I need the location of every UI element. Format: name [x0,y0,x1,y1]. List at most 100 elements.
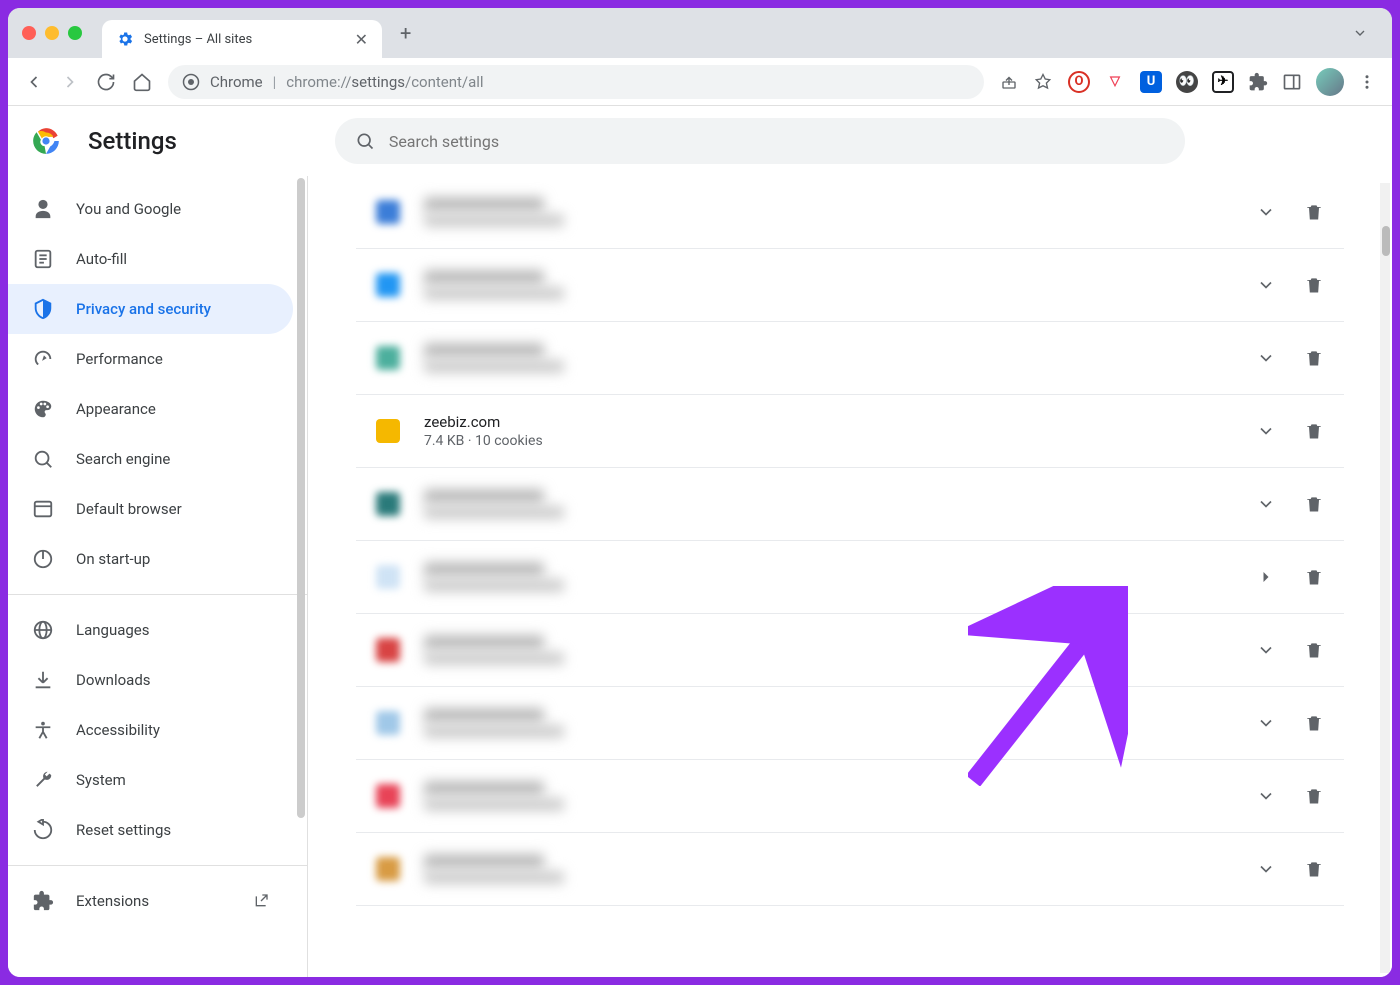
minimize-window-button[interactable] [45,26,59,40]
site-meta [424,579,564,592]
chevron-down-icon[interactable] [1256,640,1276,660]
sidebar-item-search-engine[interactable]: Search engine [8,434,293,484]
delete-icon[interactable] [1304,275,1324,295]
site-name [424,781,544,796]
site-row[interactable] [356,249,1344,322]
delete-icon[interactable] [1304,421,1324,441]
sidebar-item-system[interactable]: System [8,755,293,805]
delete-icon[interactable] [1304,640,1324,660]
site-name [424,343,544,358]
chevron-down-icon[interactable] [1256,275,1276,295]
site-meta [424,506,564,519]
extension-icon[interactable]: ✈ [1212,71,1234,93]
main-scrollbar-thumb[interactable] [1382,226,1390,256]
chevron-down-icon[interactable] [1256,494,1276,514]
site-row[interactable] [356,468,1344,541]
site-row[interactable] [356,176,1344,249]
sidebar-item-privacy-and-security[interactable]: Privacy and security [8,284,293,334]
delete-icon[interactable] [1304,786,1324,806]
sidebar-item-label: Default browser [76,500,182,518]
divider [8,865,307,866]
site-name [424,635,544,650]
extension-icon[interactable]: 👀 [1176,71,1198,93]
chevron-down-icon[interactable] [1352,25,1368,41]
menu-icon[interactable] [1358,73,1376,91]
chevron-down-icon[interactable] [1256,202,1276,222]
back-button[interactable] [24,72,44,92]
delete-icon[interactable] [1304,713,1324,733]
site-row[interactable] [356,541,1344,614]
site-info [424,781,1256,811]
sidebar-item-on-start-up[interactable]: On start-up [8,534,293,584]
sidebar-item-default-browser[interactable]: Default browser [8,484,293,534]
chevron-down-icon[interactable] [1256,421,1276,441]
delete-icon[interactable] [1304,494,1324,514]
tab-title: Settings – All sites [144,32,252,47]
puzzle-icon [32,890,54,912]
main-panel: zeebiz.com 7.4 KB · 10 cookies [308,176,1392,977]
delete-icon[interactable] [1304,348,1324,368]
sidebar-item-appearance[interactable]: Appearance [8,384,293,434]
sidebar-item-languages[interactable]: Languages [8,605,293,655]
new-tab-button[interactable]: + [400,21,411,45]
forward-button[interactable] [60,72,80,92]
autofill-icon [32,248,54,270]
site-info [424,854,1256,884]
site-row[interactable] [356,687,1344,760]
site-row[interactable]: zeebiz.com 7.4 KB · 10 cookies [356,395,1344,468]
delete-icon[interactable] [1304,567,1324,587]
site-info [424,635,1256,665]
profile-avatar[interactable] [1316,68,1344,96]
address-bar[interactable]: Chrome | chrome://settings/content/all [168,65,984,99]
panel-icon[interactable] [1282,72,1302,92]
search-input[interactable] [389,132,1165,151]
page-header: Settings [8,106,1392,176]
site-info [424,489,1256,519]
delete-icon[interactable] [1304,859,1324,879]
sidebar-item-extensions[interactable]: Extensions [8,876,293,926]
close-tab-button[interactable]: ✕ [355,30,368,49]
extension-icon[interactable]: ▽ [1104,71,1126,93]
site-favicon [376,492,400,516]
site-row[interactable] [356,614,1344,687]
page-title: Settings [88,127,177,155]
reload-button[interactable] [96,72,116,92]
site-name [424,270,544,285]
site-meta [424,214,564,227]
maximize-window-button[interactable] [68,26,82,40]
sidebar-item-you-and-google[interactable]: You and Google [8,184,293,234]
extension-icons: O ▽ U 👀 ✈ [1068,68,1376,96]
power-icon [32,548,54,570]
site-info [424,270,1256,300]
sidebar-item-reset-settings[interactable]: Reset settings [8,805,293,855]
site-meta [424,725,564,738]
download-icon [32,669,54,691]
bookmark-icon[interactable] [1034,73,1052,91]
site-row[interactable] [356,833,1344,906]
home-button[interactable] [132,72,152,92]
sidebar-item-accessibility[interactable]: Accessibility [8,705,293,755]
sidebar-item-downloads[interactable]: Downloads [8,655,293,705]
chevron-down-icon[interactable] [1256,786,1276,806]
browser-tab[interactable]: Settings – All sites ✕ [102,20,382,58]
extensions-icon[interactable] [1248,72,1268,92]
chevron-right-icon[interactable] [1256,567,1276,587]
sidebar-item-label: You and Google [76,200,181,218]
sidebar-item-performance[interactable]: Performance [8,334,293,384]
speed-icon [32,348,54,370]
toolbar: Chrome | chrome://settings/content/all O… [8,58,1392,106]
extension-icon[interactable]: U [1140,71,1162,93]
delete-icon[interactable] [1304,202,1324,222]
chevron-down-icon[interactable] [1256,348,1276,368]
sidebar-item-auto-fill[interactable]: Auto-fill [8,234,293,284]
chevron-down-icon[interactable] [1256,713,1276,733]
search-settings[interactable] [335,118,1185,164]
share-icon[interactable] [1000,73,1018,91]
site-row[interactable] [356,322,1344,395]
site-row[interactable] [356,760,1344,833]
chevron-down-icon[interactable] [1256,859,1276,879]
sidebar-scrollbar[interactable] [297,178,305,818]
close-window-button[interactable] [22,26,36,40]
extension-icon[interactable]: O [1068,71,1090,93]
site-name: zeebiz.com [424,413,1256,431]
